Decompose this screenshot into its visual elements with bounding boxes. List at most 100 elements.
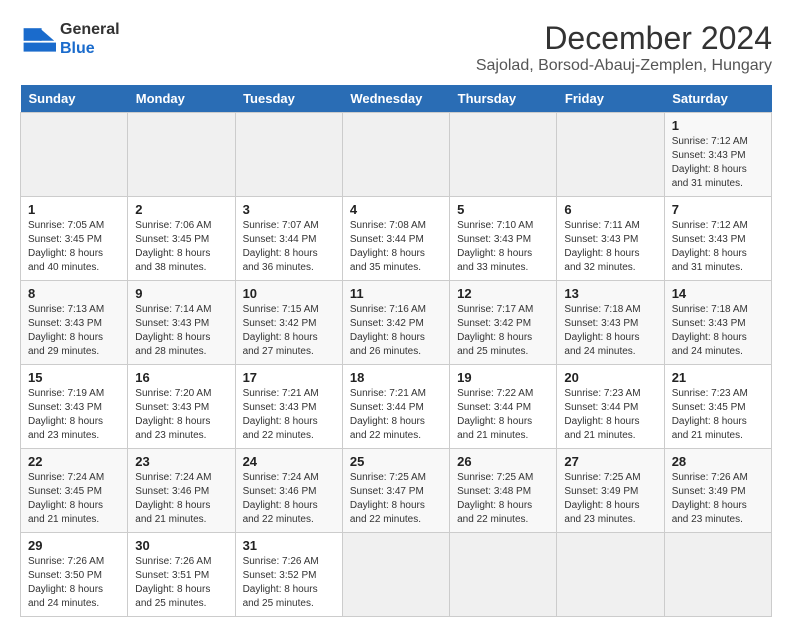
day-number: 5	[457, 202, 549, 217]
day-info: Sunrise: 7:26 AMSunset: 3:52 PMDaylight:…	[243, 555, 335, 611]
calendar-cell	[128, 113, 235, 197]
day-number: 27	[564, 454, 656, 469]
day-info: Sunrise: 7:10 AMSunset: 3:43 PMDaylight:…	[457, 219, 549, 275]
calendar-cell: 22Sunrise: 7:24 AMSunset: 3:45 PMDayligh…	[21, 449, 128, 533]
day-number: 13	[564, 286, 656, 301]
calendar-cell: 3Sunrise: 7:07 AMSunset: 3:44 PMDaylight…	[235, 197, 342, 281]
calendar-cell: 13Sunrise: 7:18 AMSunset: 3:43 PMDayligh…	[557, 281, 664, 365]
calendar-cell	[664, 533, 771, 617]
calendar-cell: 12Sunrise: 7:17 AMSunset: 3:42 PMDayligh…	[450, 281, 557, 365]
title-area: December 2024 Sajolad, Borsod-Abauj-Zemp…	[476, 20, 772, 75]
day-info: Sunrise: 7:26 AMSunset: 3:51 PMDaylight:…	[135, 555, 227, 611]
calendar-cell: 28 Sunrise: 7:26 AMSunset: 3:49 PMDayligh…	[664, 449, 771, 533]
day-number: 26	[457, 454, 549, 469]
day-number: 11	[350, 286, 442, 301]
calendar-week-1: 1Sunrise: 7:12 AMSunset: 3:43 PMDaylight…	[21, 113, 772, 197]
day-info: Sunrise: 7:26 AMSunset: 3:50 PMDaylight:…	[28, 555, 120, 611]
day-number: 16	[135, 370, 227, 385]
day-number: 12	[457, 286, 549, 301]
day-info: Sunrise: 7:21 AMSunset: 3:44 PMDaylight:…	[350, 387, 442, 443]
day-info: Sunrise: 7:19 AMSunset: 3:43 PMDaylight:…	[28, 387, 120, 443]
day-number: 28	[672, 454, 764, 469]
day-number: 24	[243, 454, 335, 469]
header: General Blue December 2024 Sajolad, Bors…	[20, 20, 772, 75]
calendar-cell: 8Sunrise: 7:13 AMSunset: 3:43 PMDaylight…	[21, 281, 128, 365]
header-wednesday: Wednesday	[342, 85, 449, 113]
calendar-cell: 11 Sunrise: 7:16 AMSunset: 3:42 PMDayligh…	[342, 281, 449, 365]
day-number: 10	[243, 286, 335, 301]
day-info: Sunrise: 7:18 AMSunset: 3:43 PMDaylight:…	[672, 303, 764, 359]
day-number: 15	[28, 370, 120, 385]
day-number: 21	[672, 370, 764, 385]
calendar-cell: 9 Sunrise: 7:14 AMSunset: 3:43 PMDaylight…	[128, 281, 235, 365]
calendar-cell: 4Sunrise: 7:08 AMSunset: 3:44 PMDaylight…	[342, 197, 449, 281]
day-number: 20	[564, 370, 656, 385]
day-info: Sunrise: 7:21 AMSunset: 3:43 PMDaylight:…	[243, 387, 335, 443]
calendar-cell: 14 Sunrise: 7:18 AMSunset: 3:43 PMDayligh…	[664, 281, 771, 365]
day-info: Sunrise: 7:22 AMSunset: 3:44 PMDaylight:…	[457, 387, 549, 443]
day-number: 6	[564, 202, 656, 217]
calendar-cell: 16 Sunrise: 7:20 AMSunset: 3:43 PMDayligh…	[128, 365, 235, 449]
calendar-cell: 27Sunrise: 7:25 AMSunset: 3:49 PMDayligh…	[557, 449, 664, 533]
day-number: 29	[28, 538, 120, 553]
calendar-cell: 1Sunrise: 7:05 AMSunset: 3:45 PMDaylight…	[21, 197, 128, 281]
day-info: Sunrise: 7:25 AMSunset: 3:48 PMDaylight:…	[457, 471, 549, 527]
day-number: 31	[243, 538, 335, 553]
day-number: 9	[135, 286, 227, 301]
calendar-week-2: 1Sunrise: 7:05 AMSunset: 3:45 PMDaylight…	[21, 197, 772, 281]
header-row: Sunday Monday Tuesday Wednesday Thursday…	[21, 85, 772, 113]
calendar-cell: 23Sunrise: 7:24 AMSunset: 3:46 PMDayligh…	[128, 449, 235, 533]
calendar-cell: 21Sunrise: 7:23 AMSunset: 3:45 PMDayligh…	[664, 365, 771, 449]
day-number: 1	[28, 202, 120, 217]
day-info: Sunrise: 7:15 AMSunset: 3:42 PMDaylight:…	[243, 303, 335, 359]
calendar-cell: 2 Sunrise: 7:06 AMSunset: 3:45 PMDaylight…	[128, 197, 235, 281]
day-info: Sunrise: 7:12 AMSunset: 3:43 PMDaylight:…	[672, 219, 764, 275]
calendar-cell: 10 Sunrise: 7:15 AMSunset: 3:42 PMDayligh…	[235, 281, 342, 365]
calendar-week-6: 29 Sunrise: 7:26 AMSunset: 3:50 PMDayligh…	[21, 533, 772, 617]
day-info: Sunrise: 7:24 AMSunset: 3:46 PMDaylight:…	[135, 471, 227, 527]
calendar-cell: 20Sunrise: 7:23 AMSunset: 3:44 PMDayligh…	[557, 365, 664, 449]
day-info: Sunrise: 7:24 AMSunset: 3:46 PMDaylight:…	[243, 471, 335, 527]
day-info: Sunrise: 7:26 AMSunset: 3:49 PMDaylight:…	[672, 471, 764, 527]
calendar-table: Sunday Monday Tuesday Wednesday Thursday…	[20, 85, 772, 617]
calendar-cell: 1Sunrise: 7:12 AMSunset: 3:43 PMDaylight…	[664, 113, 771, 197]
calendar-cell: 30Sunrise: 7:26 AMSunset: 3:51 PMDayligh…	[128, 533, 235, 617]
day-number: 7	[672, 202, 764, 217]
header-tuesday: Tuesday	[235, 85, 342, 113]
calendar-cell: 18Sunrise: 7:21 AMSunset: 3:44 PMDayligh…	[342, 365, 449, 449]
day-info: Sunrise: 7:11 AMSunset: 3:43 PMDaylight:…	[564, 219, 656, 275]
day-info: Sunrise: 7:25 AMSunset: 3:47 PMDaylight:…	[350, 471, 442, 527]
header-saturday: Saturday	[664, 85, 771, 113]
calendar-cell: 29 Sunrise: 7:26 AMSunset: 3:50 PMDayligh…	[21, 533, 128, 617]
day-info: Sunrise: 7:13 AMSunset: 3:43 PMDaylight:…	[28, 303, 120, 359]
day-number: 22	[28, 454, 120, 469]
calendar-cell: 5 Sunrise: 7:10 AMSunset: 3:43 PMDaylight…	[450, 197, 557, 281]
logo-text: General Blue	[60, 20, 120, 58]
header-thursday: Thursday	[450, 85, 557, 113]
header-monday: Monday	[128, 85, 235, 113]
calendar-cell: 6 Sunrise: 7:11 AMSunset: 3:43 PMDaylight…	[557, 197, 664, 281]
calendar-cell: 31 Sunrise: 7:26 AMSunset: 3:52 PMDayligh…	[235, 533, 342, 617]
calendar-cell	[342, 533, 449, 617]
calendar-cell	[235, 113, 342, 197]
calendar-cell	[21, 113, 128, 197]
logo: General Blue	[20, 20, 120, 58]
calendar-week-5: 22Sunrise: 7:24 AMSunset: 3:45 PMDayligh…	[21, 449, 772, 533]
header-friday: Friday	[557, 85, 664, 113]
day-info: Sunrise: 7:06 AMSunset: 3:45 PMDaylight:…	[135, 219, 227, 275]
calendar-cell: 25 Sunrise: 7:25 AMSunset: 3:47 PMDayligh…	[342, 449, 449, 533]
day-info: Sunrise: 7:08 AMSunset: 3:44 PMDaylight:…	[350, 219, 442, 275]
calendar-cell	[557, 533, 664, 617]
day-number: 25	[350, 454, 442, 469]
logo-icon	[20, 21, 56, 57]
day-info: Sunrise: 7:14 AMSunset: 3:43 PMDaylight:…	[135, 303, 227, 359]
calendar-cell: 26 Sunrise: 7:25 AMSunset: 3:48 PMDayligh…	[450, 449, 557, 533]
calendar-cell	[557, 113, 664, 197]
day-info: Sunrise: 7:16 AMSunset: 3:42 PMDaylight:…	[350, 303, 442, 359]
day-info: Sunrise: 7:07 AMSunset: 3:44 PMDaylight:…	[243, 219, 335, 275]
calendar-subtitle: Sajolad, Borsod-Abauj-Zemplen, Hungary	[476, 57, 772, 75]
day-info: Sunrise: 7:20 AMSunset: 3:43 PMDaylight:…	[135, 387, 227, 443]
calendar-cell: 19Sunrise: 7:22 AMSunset: 3:44 PMDayligh…	[450, 365, 557, 449]
day-number: 14	[672, 286, 764, 301]
day-number: 2	[135, 202, 227, 217]
